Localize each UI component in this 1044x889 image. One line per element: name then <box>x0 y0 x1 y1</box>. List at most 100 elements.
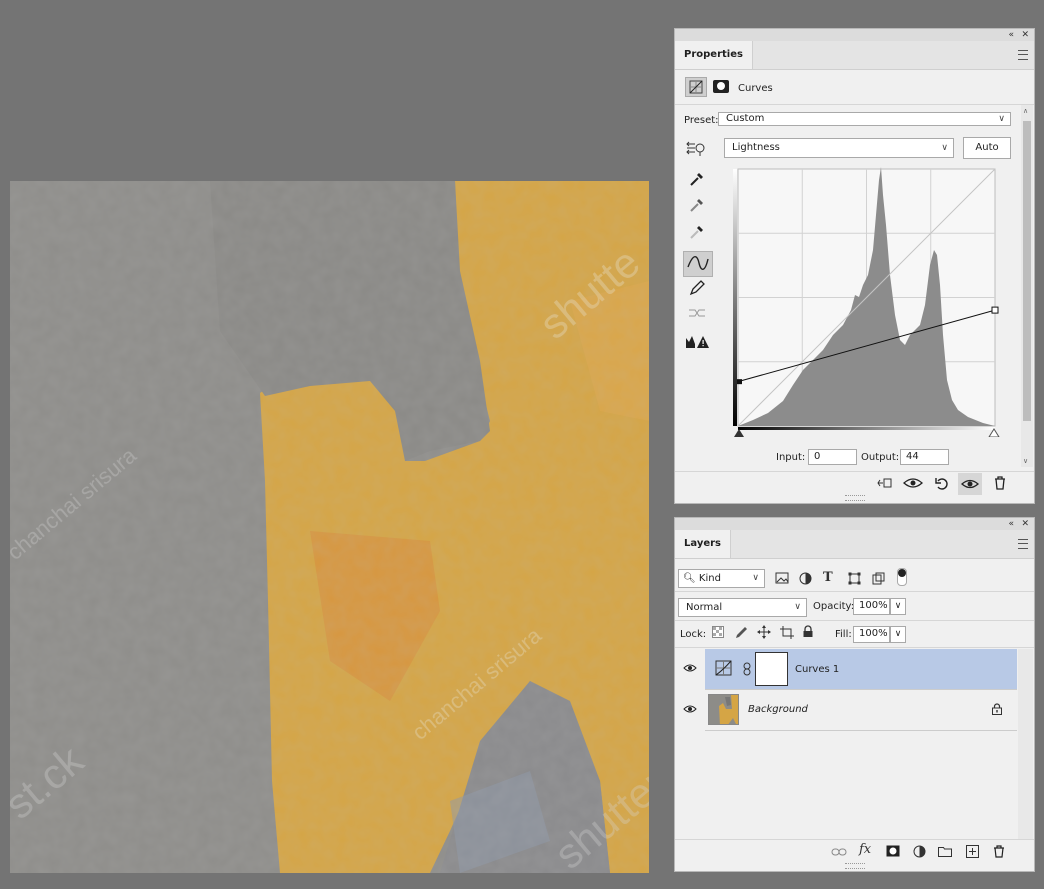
divider <box>675 620 1034 621</box>
link-layers-icon[interactable] <box>831 846 847 860</box>
chevron-down-icon: ∨ <box>794 602 801 612</box>
opacity-field[interactable]: 100% <box>853 598 890 615</box>
new-layer-icon[interactable] <box>966 845 979 861</box>
layer-name: Background <box>748 704 808 715</box>
chevron-down-icon: ∨ <box>752 573 759 583</box>
layer-visibility-eye-icon[interactable] <box>683 704 697 717</box>
scrollbar-thumb[interactable] <box>1023 121 1031 421</box>
new-group-folder-icon[interactable] <box>938 845 952 860</box>
input-gradient-bar <box>738 427 995 430</box>
collapse-icon[interactable]: « <box>1008 518 1014 530</box>
input-field[interactable]: 0 <box>808 449 857 465</box>
panel-header-bar: « ✕ <box>675 29 1034 41</box>
fx-icon[interactable]: fx <box>859 842 871 857</box>
white-point-slider[interactable] <box>988 428 1000 438</box>
trash-icon[interactable] <box>991 476 1009 493</box>
output-field[interactable]: 44 <box>900 449 949 465</box>
black-point-slider[interactable] <box>734 429 744 437</box>
filter-shape-icon[interactable] <box>848 572 861 588</box>
panel-resize-grip[interactable] <box>844 863 865 869</box>
output-gradient-bar <box>733 169 737 426</box>
collapse-icon[interactable]: « <box>1008 29 1014 41</box>
divider <box>675 104 1034 105</box>
layer-mask-thumbnail[interactable] <box>755 652 788 686</box>
layer-row-curves[interactable]: Curves 1 <box>705 649 1017 689</box>
layers-list: Curves 1 Background <box>675 649 1018 849</box>
close-icon[interactable]: ✕ <box>1021 518 1029 530</box>
curves-layer-icon <box>715 660 733 679</box>
toggle-visibility-icon[interactable] <box>958 473 982 495</box>
panel-menu-icon[interactable] <box>1018 50 1028 60</box>
layers-scrollbar[interactable] <box>1018 649 1033 839</box>
layer-visibility-eye-icon[interactable] <box>683 663 697 676</box>
pencil-icon[interactable] <box>685 279 709 301</box>
lock-transparent-pixels-icon[interactable] <box>712 626 724 641</box>
fill-dropdown-icon[interactable]: ∨ <box>890 626 906 643</box>
curves-graph[interactable] <box>733 165 1001 438</box>
scroll-up-icon[interactable]: ∧ <box>1023 107 1028 115</box>
divider <box>675 647 1034 648</box>
channel-value: Lightness <box>732 142 780 153</box>
scroll-down-icon[interactable]: ∨ <box>1023 457 1028 465</box>
chevron-down-icon: ∨ <box>941 143 948 153</box>
targeted-adjustment-icon[interactable] <box>685 139 707 160</box>
document-canvas[interactable]: shutte chanchai srisura chanchai srisura… <box>10 181 649 873</box>
panel-header-bar: « ✕ <box>675 518 1034 530</box>
blend-mode-dropdown[interactable]: Normal ∨ <box>678 598 807 617</box>
tab-properties[interactable]: Properties <box>675 41 753 69</box>
channel-dropdown[interactable]: Lightness ∨ <box>724 138 954 158</box>
lock-position-icon[interactable] <box>757 625 771 642</box>
lock-label: Lock: <box>680 629 707 640</box>
output-label: Output: <box>861 452 900 463</box>
filter-adjustment-icon[interactable] <box>799 572 812 588</box>
filter-kind-value: Kind <box>698 573 721 584</box>
sample-black-eyedropper-icon[interactable] <box>685 170 709 192</box>
clipping-warning-icon[interactable] <box>685 334 709 356</box>
filter-smart-object-icon[interactable] <box>872 572 885 588</box>
curve-point-white[interactable] <box>991 306 999 314</box>
opacity-dropdown-icon[interactable]: ∨ <box>890 598 906 615</box>
filter-pixel-icon[interactable] <box>775 572 789 587</box>
filter-type-icon[interactable]: T <box>823 570 833 585</box>
lock-artboard-icon[interactable] <box>780 626 794 642</box>
close-icon[interactable]: ✕ <box>1021 29 1029 41</box>
divider <box>675 471 1034 472</box>
layer-row-background[interactable]: Background <box>705 690 1017 730</box>
chevron-down-icon: ∨ <box>998 114 1005 124</box>
preset-dropdown[interactable]: Custom ∨ <box>718 112 1011 126</box>
layer-thumbnail <box>708 694 739 725</box>
panel-resize-grip[interactable] <box>844 495 865 501</box>
auto-button[interactable]: Auto <box>963 137 1011 159</box>
lock-image-pixels-icon[interactable] <box>735 626 748 642</box>
reset-icon[interactable] <box>933 476 951 493</box>
lock-all-icon[interactable] <box>802 625 814 641</box>
filter-toggle-switch[interactable] <box>897 568 907 586</box>
adjustment-title: Curves <box>738 83 773 94</box>
smooth-curve-icon[interactable] <box>685 304 709 326</box>
panel-menu-icon[interactable] <box>1018 539 1028 549</box>
filter-kind-dropdown[interactable]: 🔍︎ Kind ∨ <box>678 569 765 588</box>
divider <box>675 839 1034 840</box>
divider <box>705 730 1017 731</box>
sample-gray-eyedropper-icon[interactable] <box>685 196 709 218</box>
mask-icon[interactable] <box>713 80 729 93</box>
trash-icon[interactable] <box>993 845 1005 861</box>
sample-white-eyedropper-icon[interactable] <box>685 223 709 245</box>
fill-label: Fill: <box>835 629 852 640</box>
layers-tabbar: Layers <box>675 530 1034 559</box>
chain-link-icon[interactable] <box>743 662 751 679</box>
fill-field[interactable]: 100% <box>853 626 890 643</box>
curves-adjustment-icon[interactable] <box>685 77 707 97</box>
curve-point-tool-icon[interactable] <box>683 251 713 277</box>
add-mask-icon[interactable] <box>886 845 900 860</box>
scrollbar-track[interactable]: ∧ ∨ <box>1021 105 1033 467</box>
curve-point-black[interactable] <box>737 379 742 385</box>
preset-label: Preset: <box>684 115 719 126</box>
new-adjustment-layer-icon[interactable] <box>913 845 926 861</box>
clip-to-layer-icon[interactable] <box>875 476 893 493</box>
view-previous-state-icon[interactable] <box>903 476 923 493</box>
preset-value: Custom <box>726 113 765 124</box>
layer-name: Curves 1 <box>795 664 840 675</box>
tab-layers[interactable]: Layers <box>675 530 731 558</box>
layer-lock-icon <box>992 703 1002 718</box>
